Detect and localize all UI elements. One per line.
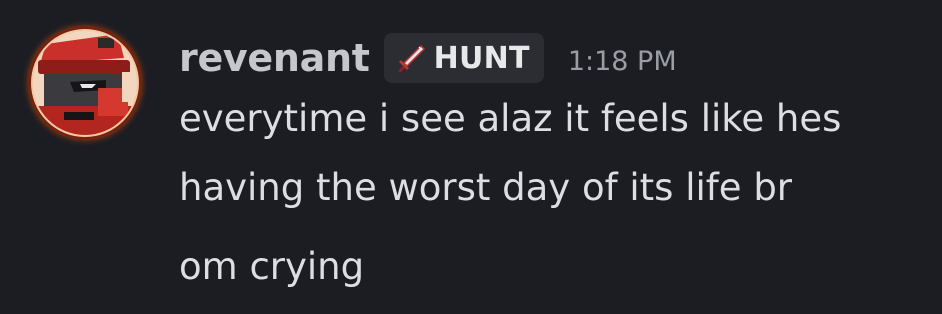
message-line: everytime i see alaz it feels like hes — [179, 97, 842, 140]
timestamp[interactable]: 1:18 PM — [568, 46, 677, 77]
message-line: om crying — [179, 245, 365, 288]
avatar[interactable] — [20, 18, 150, 148]
username[interactable]: revenant — [179, 36, 370, 80]
guild-tag[interactable]: HUNT — [383, 33, 544, 83]
avatar-image — [21, 19, 149, 147]
sword-icon — [397, 44, 425, 73]
message-line: having the worst day of its life br — [179, 166, 793, 209]
chat-message: revenant HUNT 1:18 PM everytime i see al… — [0, 0, 942, 314]
message-header: revenant HUNT 1:18 PM — [179, 30, 677, 86]
guild-tag-label: HUNT — [433, 40, 530, 76]
